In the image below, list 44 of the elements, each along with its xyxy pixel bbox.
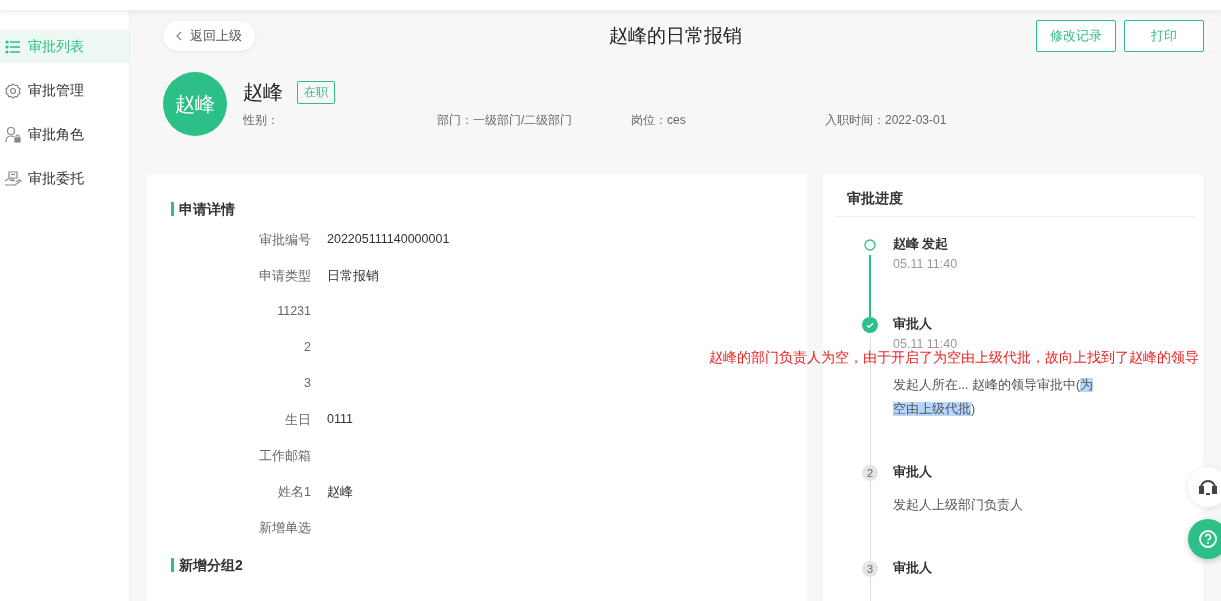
step-title: 审批人 [893, 561, 932, 575]
field-value: 202205111140000001 [327, 232, 450, 246]
sidebar-item[interactable]: 审批管理 [0, 74, 129, 107]
field-label: 新增单选 [258, 520, 311, 537]
field-label: 审批编号 [258, 232, 311, 249]
step-title: 审批人 [893, 317, 933, 331]
avatar: 赵峰 [163, 72, 227, 136]
page-title: 赵峰的日常报销 [609, 25, 742, 46]
employee-name: 赵峰 [243, 80, 283, 105]
back-button[interactable]: 返回上级 [163, 21, 255, 51]
field-value: 日常报销 [327, 268, 379, 285]
gear-icon [4, 82, 22, 99]
list-icon [4, 39, 22, 54]
chevron-left-icon [176, 31, 182, 41]
field-label: 申请类型 [258, 268, 311, 285]
step-title: 审批人 [893, 465, 933, 479]
step-number: 3 [862, 561, 878, 577]
section-title: 新增分组2 [171, 558, 243, 572]
step-title: 赵峰 发起 [893, 237, 950, 251]
field-label: 3 [303, 376, 311, 390]
annotation-text: 赵峰的部门负责人为空，由于开启了为空由上级代批，故向上找到了赵峰的领导 [709, 349, 1199, 365]
user-lock-icon [4, 126, 22, 143]
profile-field: 部门：一级部门/二级部门 [437, 112, 631, 129]
profile-field: 岗位：ces [631, 112, 825, 129]
status-tag: 在职 [297, 81, 335, 104]
field-label: 生日 [284, 412, 311, 429]
step-number: 2 [862, 465, 878, 481]
section-title: 申请详情 [171, 202, 235, 216]
field-label: 11231 [276, 304, 311, 318]
card-title: 审批进度 [835, 190, 1195, 217]
profile-field: 入职时间：2022-03-01 [825, 112, 1063, 129]
step-description: 发起人上级部门负责人 [893, 497, 1024, 514]
profile-field: 性别： [243, 112, 437, 129]
sidebar-item[interactable]: 审批委托 [0, 162, 129, 195]
step-time: 05.11 11:40 [893, 257, 958, 271]
hand-document-icon [4, 170, 22, 187]
field-value: 0111 [327, 412, 353, 426]
step-description: 发起人所在... 赵峰的领导审批中(为空由上级代批) [893, 377, 1095, 418]
field-label: 工作邮箱 [258, 448, 311, 465]
sidebar-item[interactable]: 审批角色 [0, 118, 129, 151]
field-label: 2 [303, 340, 311, 354]
step-time: 05.11 11:40 [893, 337, 958, 351]
field-label: 姓名1 [277, 484, 311, 501]
field-value: 赵峰 [327, 484, 353, 501]
